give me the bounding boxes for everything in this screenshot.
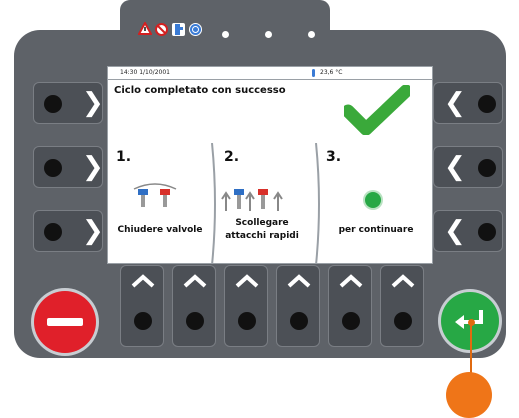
step-2-label-line-2: attacchi rapidi: [225, 231, 299, 241]
key-dot: [394, 312, 412, 330]
chevron-right-icon: ❯: [82, 88, 104, 118]
chevron-right-icon: ❯: [82, 216, 104, 246]
led-icon: [308, 31, 315, 38]
no-entry-icon: [155, 23, 168, 36]
bottom-soft-key-2[interactable]: [172, 265, 216, 347]
key-dot: [44, 223, 62, 241]
step-3-number: 3.: [326, 149, 342, 165]
led-icon: [265, 31, 272, 38]
step-3-label: per continuare: [338, 225, 414, 235]
gauge-icon: [189, 23, 202, 36]
key-dot: [134, 312, 152, 330]
chevron-left-icon: ❮: [444, 88, 466, 118]
chevron-up-icon: [131, 274, 155, 288]
step-2-number: 2.: [224, 149, 240, 165]
status-bar: 14:30 1/10/2001 23,6 °C: [108, 67, 432, 80]
chevron-left-icon: ❮: [444, 152, 466, 182]
checkmark-icon: [344, 85, 410, 135]
warning-icon: [137, 20, 153, 36]
key-dot: [44, 159, 62, 177]
step-1-label: Chiudere valvole: [117, 225, 203, 235]
datetime-label: 14:30 1/10/2001: [120, 69, 170, 76]
valves-closed-icon: [133, 183, 177, 207]
thermometer-icon: [312, 69, 315, 77]
bottom-soft-key-1[interactable]: [120, 265, 164, 347]
bottom-soft-key-6[interactable]: [380, 265, 424, 347]
step-2-label-line-1: Scollegare: [235, 218, 289, 228]
bottom-soft-key-3[interactable]: [224, 265, 268, 347]
bottom-soft-key-5[interactable]: [328, 265, 372, 347]
bottom-soft-key-4[interactable]: [276, 265, 320, 347]
key-dot: [290, 312, 308, 330]
key-dot: [342, 312, 360, 330]
right-soft-key-3[interactable]: ❮: [433, 210, 503, 252]
right-soft-key-2[interactable]: ❮: [433, 146, 503, 188]
callout-marker: [446, 372, 492, 418]
quick-couplers-icon: [221, 189, 283, 211]
stop-button[interactable]: [34, 291, 96, 353]
success-message: Ciclo completato con successo: [114, 85, 286, 96]
chevron-up-icon: [235, 274, 259, 288]
chevron-right-icon: ❯: [82, 152, 104, 182]
minus-icon: [47, 318, 83, 326]
step-divider: [315, 143, 320, 263]
callout-line: [470, 322, 472, 376]
step-divider: [211, 143, 216, 263]
chevron-left-icon: ❮: [444, 216, 466, 246]
right-soft-key-1[interactable]: ❮: [433, 82, 503, 124]
chevron-up-icon: [391, 274, 415, 288]
left-soft-key-3[interactable]: ❯: [33, 210, 104, 252]
key-dot: [238, 312, 256, 330]
hose-icon: [172, 23, 185, 36]
callout-pointer: [468, 319, 475, 326]
key-dot: [478, 223, 496, 241]
display-screen: 14:30 1/10/2001 23,6 °C Ciclo completato…: [107, 66, 433, 264]
temperature-label: 23,6 °C: [320, 69, 343, 76]
key-dot: [186, 312, 204, 330]
key-dot: [478, 159, 496, 177]
enter-button-icon: [365, 192, 381, 208]
step-1-number: 1.: [116, 149, 132, 165]
left-soft-key-2[interactable]: ❯: [33, 146, 104, 188]
chevron-up-icon: [287, 274, 311, 288]
key-dot: [44, 95, 62, 113]
chevron-up-icon: [339, 274, 363, 288]
key-dot: [478, 95, 496, 113]
left-soft-key-1[interactable]: ❯: [33, 82, 104, 124]
led-icon: [222, 31, 229, 38]
chevron-up-icon: [183, 274, 207, 288]
